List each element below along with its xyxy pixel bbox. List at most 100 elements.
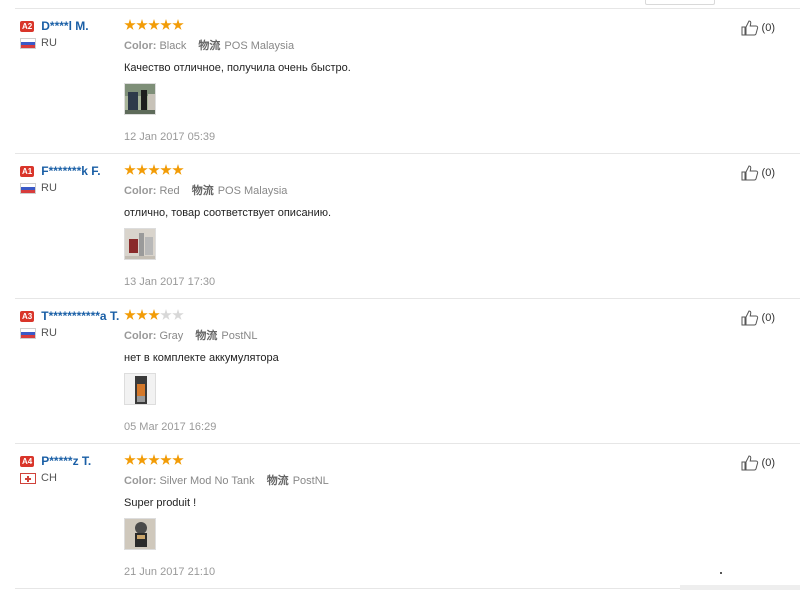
star-filled-icon <box>124 454 136 465</box>
star-rating <box>124 164 724 176</box>
order-info: Color: Gray 物流 PostNL <box>124 327 724 343</box>
country-code: RU <box>41 182 57 194</box>
helpful-count: (0) <box>761 22 775 34</box>
thumbs-up-icon <box>741 20 758 36</box>
reviewer-country: RU <box>20 182 120 194</box>
order-info: Color: Red 物流 POS Malaysia <box>124 182 724 198</box>
star-filled-icon <box>136 19 148 30</box>
thumbs-up-icon <box>741 165 758 181</box>
star-filled-icon <box>160 19 172 30</box>
review-text: нет в комплекте аккумулятора <box>124 352 279 364</box>
review-text: Super produit ! <box>124 497 197 509</box>
review-date: 05 Mar 2017 16:29 <box>124 421 217 433</box>
review-text: отлично, товар соответствует описанию. <box>124 207 332 219</box>
reviewer-name[interactable]: F*******k F. <box>41 164 100 178</box>
review-list: A2 D****l M. RU Color: Black 物流 POS Malays… <box>0 9 800 589</box>
review-item: A3 T***********a T. RU Color: Gray 物流 Post… <box>15 299 800 444</box>
logistics-label: 物流 <box>266 475 289 487</box>
review-item: A2 D****l M. RU Color: Black 物流 POS Malays… <box>15 9 800 154</box>
color-label: Color: <box>124 40 157 52</box>
star-filled-icon <box>148 164 160 175</box>
review-photo-thumbnail[interactable] <box>124 83 156 115</box>
logistics-value: POS Malaysia <box>217 185 288 197</box>
reviewer-info: A2 D****l M. RU <box>20 19 120 49</box>
color-value: Black <box>159 40 187 52</box>
review-content: Color: Red 物流 POS Malaysia отлично, товар… <box>124 164 724 288</box>
country-code: RU <box>41 37 57 49</box>
sort-dropdown-edge[interactable] <box>645 0 715 5</box>
order-info: Color: Silver Mod No Tank 物流 PostNL <box>124 472 724 488</box>
color-value: Gray <box>159 330 184 342</box>
logistics-label: 物流 <box>198 40 221 52</box>
product-photo-icon <box>125 519 155 549</box>
reviewer-info: A1 F*******k F. RU <box>20 164 120 194</box>
star-filled-icon <box>124 164 136 175</box>
helpful-button[interactable]: (0) <box>741 310 775 326</box>
logistics-value: PostNL <box>221 330 258 342</box>
review-item: A1 F*******k F. RU Color: Red 物流 POS Malay… <box>15 154 800 299</box>
review-text: Качество отличное, получила очень быстро… <box>124 62 351 74</box>
product-photo-icon <box>125 374 155 404</box>
review-content: Color: Black 物流 POS Malaysia Качество отл… <box>124 19 724 143</box>
review-photo-thumbnail[interactable] <box>124 518 156 550</box>
star-rating <box>124 454 724 466</box>
review-photo-thumbnail[interactable] <box>124 228 156 260</box>
rank-badge: A2 <box>20 21 35 32</box>
star-rating <box>124 19 724 31</box>
logistics-label: 物流 <box>195 330 218 342</box>
star-filled-icon <box>172 19 184 30</box>
review-date: 13 Jan 2017 17:30 <box>124 276 216 288</box>
helpful-count: (0) <box>761 457 775 469</box>
star-filled-icon <box>124 19 136 30</box>
star-filled-icon <box>172 454 184 465</box>
rank-badge: A4 <box>20 456 35 467</box>
reviewer-name[interactable]: T***********a T. <box>41 309 119 323</box>
helpful-count: (0) <box>761 167 775 179</box>
russia-flag-icon <box>20 37 36 49</box>
star-empty-icon <box>160 309 172 320</box>
helpful-button[interactable]: (0) <box>741 20 775 36</box>
review-content: Color: Gray 物流 PostNL нет в комплекте акк… <box>124 309 724 433</box>
rank-badge: A3 <box>20 311 35 322</box>
helpful-button[interactable]: (0) <box>741 455 775 471</box>
logistics-value: POS Malaysia <box>224 40 295 52</box>
logistics-value: PostNL <box>292 475 329 487</box>
reviewer-name[interactable]: P*****z T. <box>41 454 91 468</box>
switzerland-flag-icon <box>20 472 36 484</box>
color-value: Silver Mod No Tank <box>159 475 255 487</box>
star-filled-icon <box>136 309 148 320</box>
color-label: Color: <box>124 475 157 487</box>
star-filled-icon <box>148 19 160 30</box>
reviewer-country: RU <box>20 37 120 49</box>
product-photo-icon <box>125 84 155 114</box>
thumbs-up-icon <box>741 455 758 471</box>
rank-badge: A1 <box>20 166 35 177</box>
review-date: 21 Jun 2017 21:10 <box>124 566 216 578</box>
russia-flag-icon <box>20 327 36 339</box>
star-rating <box>124 309 724 321</box>
star-filled-icon <box>160 454 172 465</box>
color-value: Red <box>159 185 180 197</box>
russia-flag-icon <box>20 182 36 194</box>
star-filled-icon <box>136 454 148 465</box>
star-empty-icon <box>172 309 184 320</box>
reviewer-country: CH <box>20 472 120 484</box>
country-code: RU <box>41 327 57 339</box>
reviewer-name[interactable]: D****l M. <box>41 19 88 33</box>
reviewer-info: A4 P*****z T. CH <box>20 454 120 484</box>
star-filled-icon <box>172 164 184 175</box>
reviewer-info: A3 T***********a T. RU <box>20 309 120 339</box>
star-filled-icon <box>160 164 172 175</box>
logistics-label: 物流 <box>191 185 214 197</box>
color-label: Color: <box>124 185 157 197</box>
review-content: Color: Silver Mod No Tank 物流 PostNL Super… <box>124 454 724 578</box>
star-filled-icon <box>148 309 160 320</box>
review-photo-thumbnail[interactable] <box>124 373 156 405</box>
color-label: Color: <box>124 330 157 342</box>
review-date: 12 Jan 2017 05:39 <box>124 131 216 143</box>
helpful-count: (0) <box>761 312 775 324</box>
star-filled-icon <box>136 164 148 175</box>
helpful-button[interactable]: (0) <box>741 165 775 181</box>
star-filled-icon <box>124 309 136 320</box>
star-filled-icon <box>148 454 160 465</box>
